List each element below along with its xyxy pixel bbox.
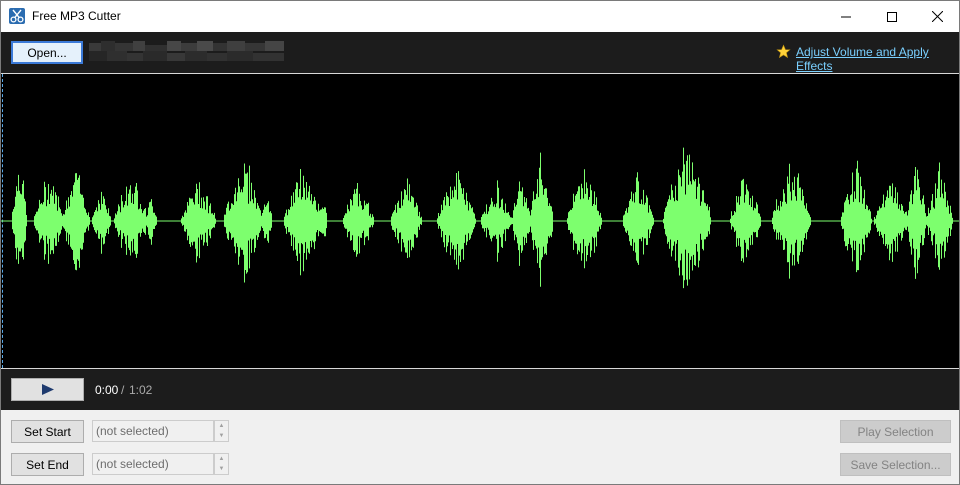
- star-icon: [776, 44, 791, 59]
- spin-down-icon[interactable]: ▼: [215, 464, 228, 474]
- spin-up-icon[interactable]: ▲: [215, 454, 228, 464]
- open-button[interactable]: Open...: [11, 41, 83, 64]
- play-icon: [41, 384, 54, 395]
- selection-panel: Set Start (not selected) ▲ ▼ Set End (no…: [1, 410, 959, 484]
- maximize-icon: [887, 11, 897, 22]
- toolbar: Open... Adjust Volume and Apply Effects: [1, 32, 959, 73]
- waveform-signal: [12, 147, 953, 289]
- window-title: Free MP3 Cutter: [32, 9, 121, 23]
- close-button[interactable]: [914, 1, 959, 32]
- adjust-volume-effects-link[interactable]: Adjust Volume and Apply Effects: [796, 45, 959, 73]
- app-window: Free MP3 Cutter Open... Adjust Volume an…: [0, 0, 960, 485]
- start-time-spinner[interactable]: ▲ ▼: [214, 420, 229, 442]
- end-time-spinner[interactable]: ▲ ▼: [214, 453, 229, 475]
- waveform: [1, 147, 959, 289]
- play-button[interactable]: [11, 378, 84, 401]
- total-time: 1:02: [129, 383, 153, 397]
- spin-up-icon[interactable]: ▲: [215, 421, 228, 431]
- waveform-view[interactable]: [1, 73, 959, 369]
- player-bar: 0:00 / 1:02: [1, 369, 959, 410]
- save-selection-button[interactable]: Save Selection...: [840, 453, 951, 476]
- set-end-button[interactable]: Set End: [11, 453, 84, 476]
- maximize-button[interactable]: [869, 1, 915, 32]
- set-start-button[interactable]: Set Start: [11, 420, 84, 443]
- redacted-file-name: [89, 41, 284, 63]
- title-bar: Free MP3 Cutter: [1, 1, 959, 32]
- minimize-icon: [841, 16, 851, 17]
- play-selection-button[interactable]: Play Selection: [840, 420, 951, 443]
- spin-down-icon[interactable]: ▼: [215, 431, 228, 441]
- scissors-icon: [9, 8, 25, 24]
- time-separator: /: [121, 383, 125, 397]
- start-time-field[interactable]: (not selected): [92, 420, 214, 442]
- close-icon: [931, 11, 943, 22]
- minimize-button[interactable]: [823, 1, 869, 32]
- current-time: 0:00: [95, 383, 119, 397]
- end-time-field[interactable]: (not selected): [92, 453, 214, 475]
